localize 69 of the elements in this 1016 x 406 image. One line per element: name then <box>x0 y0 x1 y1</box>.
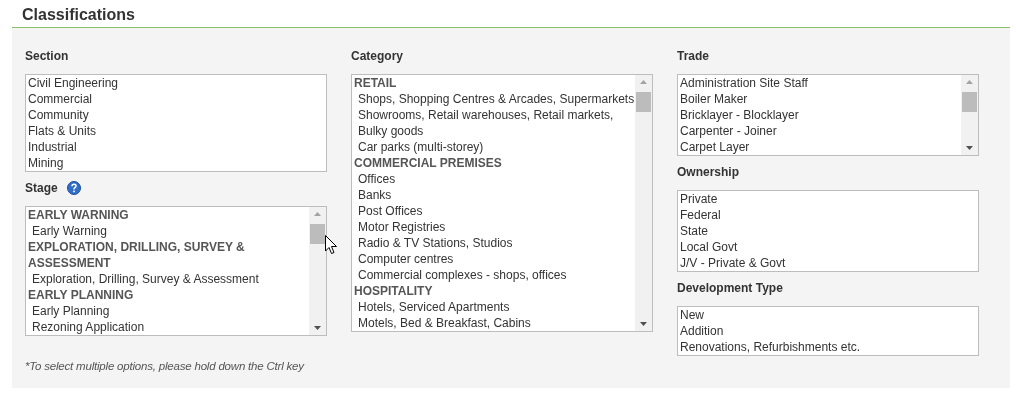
list-option[interactable]: Addition <box>678 323 978 339</box>
scroll-down-icon[interactable] <box>640 322 647 326</box>
option-group-label: COMMERCIAL PREMISES <box>353 155 503 171</box>
scroll-thumb[interactable] <box>636 92 651 112</box>
scroll-down-icon[interactable] <box>314 326 321 330</box>
list-option[interactable]: Hotels, Serviced Apartments <box>352 299 635 315</box>
list-box[interactable]: Civil Engineering Commercial Community Flats & Units Industrial Mining <box>25 74 327 172</box>
scroll-thumb[interactable] <box>310 224 325 244</box>
field-label: Development Type <box>677 280 783 296</box>
list-option[interactable]: New <box>678 307 978 323</box>
list-option[interactable]: Administration Site Staff <box>678 75 961 91</box>
list-option[interactable]: J/V - Private & Govt <box>678 255 978 271</box>
field-label: Stage <box>25 180 58 196</box>
list-option[interactable]: Computer centres <box>352 251 635 267</box>
option-group-label: EARLY PLANNING <box>27 287 135 303</box>
list-option[interactable]: Industrial <box>26 139 326 155</box>
option-group-label: EARLY WARNING <box>27 207 130 223</box>
list-option[interactable]: Private <box>678 191 978 207</box>
field-label: Section <box>25 48 69 64</box>
option-group-label: RETAIL <box>353 75 398 91</box>
list-option[interactable]: Car parks (multi-storey) <box>352 139 635 155</box>
list-option[interactable]: Banks <box>352 187 635 203</box>
pointer-icon <box>325 235 338 255</box>
list-option[interactable]: Exploration, Drilling, Survey & Assessment <box>26 271 309 287</box>
scrollbar[interactable] <box>961 75 978 155</box>
scroll-up-icon[interactable] <box>966 80 973 84</box>
list-option[interactable]: Motels, Bed & Breakfast, Cabins <box>352 315 635 331</box>
list-option[interactable]: Bulky goods <box>352 123 635 139</box>
list-option[interactable]: Mining <box>26 155 326 171</box>
list-option[interactable]: Commercial complexes - shops, offices <box>352 267 635 283</box>
list-option[interactable]: Community <box>26 107 326 123</box>
field-label: Ownership <box>677 164 739 180</box>
list-option[interactable]: Flats & Units <box>26 123 326 139</box>
list-option[interactable]: Shops, Shopping Centres & Arcades, Supermarkets <box>352 91 635 107</box>
list-option[interactable]: Rezoning Application <box>26 319 309 335</box>
scroll-down-icon[interactable] <box>966 146 973 150</box>
help-icon[interactable] <box>66 181 81 195</box>
list-option[interactable]: Offices <box>352 171 635 187</box>
page-title: Classifications <box>21 5 136 25</box>
scroll-up-icon[interactable] <box>640 80 647 84</box>
scrollbar[interactable] <box>309 207 326 335</box>
list-option[interactable]: State <box>678 223 978 239</box>
field-label: Category <box>351 48 403 64</box>
list-option[interactable]: Bricklayer - Blocklayer <box>678 107 961 123</box>
list-option[interactable]: Civil Engineering <box>26 75 326 91</box>
list-option[interactable]: Post Offices <box>352 203 635 219</box>
list-option[interactable]: Commercial <box>26 91 326 107</box>
field-label: Trade <box>677 48 709 64</box>
list-option[interactable]: Early Planning <box>26 303 309 319</box>
scroll-thumb[interactable] <box>962 92 977 112</box>
list-box[interactable]: Administration Site Staff Boiler Maker Bricklayer - Blocklayer Carpenter - Joiner Carpet Layer <box>677 74 979 156</box>
list-box[interactable] <box>351 74 653 332</box>
list-option[interactable]: Early Warning <box>26 223 309 239</box>
list-option[interactable]: Radio & TV Stations, Studios <box>352 235 635 251</box>
list-option[interactable]: Showrooms, Retail warehouses, Retail markets, <box>352 107 635 123</box>
list-option[interactable]: Carpenter - Joiner <box>678 123 961 139</box>
list-option[interactable]: Federal <box>678 207 978 223</box>
option-group-label: HOSPITALITY <box>353 283 434 299</box>
scroll-up-icon[interactable] <box>314 212 321 216</box>
list-option[interactable]: Boiler Maker <box>678 91 961 107</box>
list-box[interactable]: Private Federal State Local Govt J/V - Private & Govt <box>677 190 979 272</box>
list-option[interactable]: Renovations, Refurbishments etc. <box>678 339 978 355</box>
list-option[interactable]: Local Govt <box>678 239 978 255</box>
list-option[interactable]: Carpet Layer <box>678 139 961 155</box>
scrollbar[interactable] <box>635 75 652 331</box>
option-group-label: EXPLORATION, DRILLING, SURVEY & ASSESSMENT <box>27 239 246 271</box>
list-option[interactable]: Motor Registries <box>352 219 635 235</box>
list-box[interactable]: New Addition Renovations, Refurbishments etc. <box>677 306 979 356</box>
hint-text: *To select multiple options, please hold down the Ctrl key <box>25 360 306 372</box>
